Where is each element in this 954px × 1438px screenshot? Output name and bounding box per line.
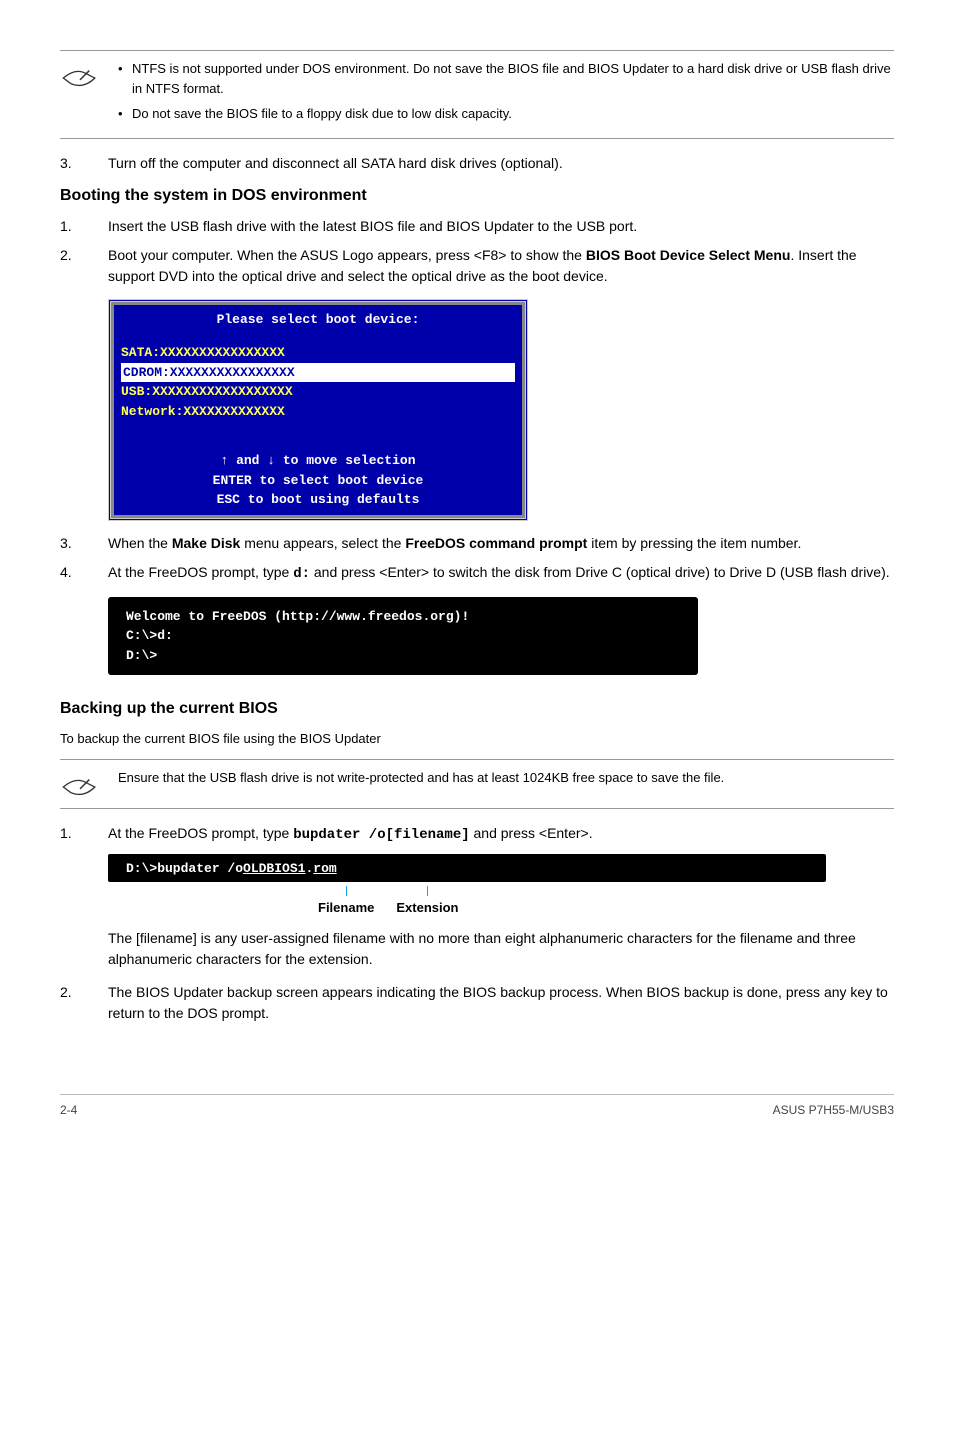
text-bold: BIOS Boot Device Select Menu <box>586 247 791 263</box>
footer-page: 2-4 <box>60 1101 77 1119</box>
page-footer: 2-4 ASUS P7H55-M/USB3 <box>60 1094 894 1119</box>
backup-step-2: 2. The BIOS Updater backup screen appear… <box>60 982 894 1024</box>
note-text: Ensure that the USB flash drive is not w… <box>118 768 894 788</box>
pencil-note-icon <box>60 59 100 91</box>
boot-step-1: 1. Insert the USB flash drive with the l… <box>60 216 894 237</box>
label-text: Filename <box>318 898 374 918</box>
text-fragment: and press <Enter> to switch the disk fro… <box>310 564 890 580</box>
step-number: 1. <box>60 216 80 237</box>
boot-step-2: 2. Boot your computer. When the ASUS Log… <box>60 245 894 287</box>
boot-menu-instruction: ↑ and ↓ to move selection ENTER to selec… <box>121 451 515 510</box>
boot-menu-item: SATA:XXXXXXXXXXXXXXXX <box>121 343 515 363</box>
terminal-freedos: Welcome to FreeDOS (http://www.freedos.o… <box>108 597 698 676</box>
label-filename: Filename <box>318 886 374 918</box>
step-number: 3. <box>60 533 80 554</box>
boot-step-3: 3. When the Make Disk menu appears, sele… <box>60 533 894 554</box>
text-fragment: When the <box>108 535 172 551</box>
step-number: 2. <box>60 982 80 1024</box>
step-text: At the FreeDOS prompt, type bupdater /o[… <box>108 823 894 846</box>
note-body: NTFS is not supported under DOS environm… <box>118 59 894 130</box>
text-bold: FreeDOS command prompt <box>405 535 587 551</box>
label-extension: Extension <box>396 886 458 918</box>
note-item: NTFS is not supported under DOS environm… <box>118 59 894 98</box>
step-number: 1. <box>60 823 80 846</box>
terminal-filename: OLDBIOS1 <box>243 861 305 876</box>
terminal-line: D:\> <box>126 646 680 666</box>
step-text: At the FreeDOS prompt, type d: and press… <box>108 562 894 585</box>
note-block-backup: Ensure that the USB flash drive is not w… <box>60 759 894 809</box>
boot-menu-item: Network:XXXXXXXXXXXXX <box>121 402 515 422</box>
step-number: 2. <box>60 245 80 287</box>
step-text: Boot your computer. When the ASUS Logo a… <box>108 245 894 287</box>
step-text: When the Make Disk menu appears, select … <box>108 533 894 554</box>
terminal-extension: rom <box>313 861 336 876</box>
boot-device-menu: Please select boot device: SATA:XXXXXXXX… <box>108 299 528 521</box>
text-fragment: Boot your computer. When the ASUS Logo a… <box>108 247 586 263</box>
boot-step-4: 4. At the FreeDOS prompt, type d: and pr… <box>60 562 894 585</box>
step-number: 4. <box>60 562 80 585</box>
terminal-line: Welcome to FreeDOS (http://www.freedos.o… <box>126 607 680 627</box>
step-number: 3. <box>60 153 80 174</box>
step-3: 3. Turn off the computer and disconnect … <box>60 153 894 174</box>
instruction-line: ENTER to select boot device <box>121 471 515 491</box>
boot-menu-item-selected: CDROM:XXXXXXXXXXXXXXXX <box>121 363 515 383</box>
spacer <box>60 928 80 970</box>
boot-menu-title: Please select boot device: <box>121 310 515 330</box>
explain-text: The [filename] is any user-assigned file… <box>108 928 894 970</box>
boot-menu-item: USB:XXXXXXXXXXXXXXXXXX <box>121 382 515 402</box>
text-bold: Make Disk <box>172 535 240 551</box>
note-block-top: NTFS is not supported under DOS environm… <box>60 50 894 139</box>
footer-product: ASUS P7H55-M/USB3 <box>773 1101 894 1119</box>
terminal-bupdater: D:\>bupdater /oOLDBIOS1.rom <box>108 854 826 883</box>
terminal-line: C:\>d: <box>126 626 680 646</box>
text-fragment: At the FreeDOS prompt, type <box>108 825 293 841</box>
text-fragment: At the FreeDOS prompt, type <box>108 564 293 580</box>
backup-step-1: 1. At the FreeDOS prompt, type bupdater … <box>60 823 894 846</box>
section-subcaption: To backup the current BIOS file using th… <box>60 729 894 749</box>
note-item: Do not save the BIOS file to a floppy di… <box>118 104 894 124</box>
instruction-line: ESC to boot using defaults <box>121 490 515 510</box>
terminal-text: D:\>bupdater /o <box>126 861 243 876</box>
label-text: Extension <box>396 898 458 918</box>
pencil-note-icon <box>60 768 100 800</box>
inline-code: bupdater /o[filename] <box>293 827 469 843</box>
step-text: Turn off the computer and disconnect all… <box>108 153 894 174</box>
section-heading-backup: Backing up the current BIOS <box>60 697 894 721</box>
backup-explain: The [filename] is any user-assigned file… <box>60 928 894 970</box>
text-fragment: item by pressing the item number. <box>587 535 801 551</box>
terminal-labels: Filename Extension <box>108 886 894 918</box>
instruction-line: ↑ and ↓ to move selection <box>121 451 515 471</box>
text-fragment: and press <Enter>. <box>470 825 593 841</box>
step-text: Insert the USB flash drive with the late… <box>108 216 894 237</box>
text-fragment: menu appears, select the <box>240 535 405 551</box>
inline-code: d: <box>293 566 310 582</box>
step-text: The BIOS Updater backup screen appears i… <box>108 982 894 1024</box>
note-body: Ensure that the USB flash drive is not w… <box>118 768 894 788</box>
section-heading-booting: Booting the system in DOS environment <box>60 184 894 208</box>
